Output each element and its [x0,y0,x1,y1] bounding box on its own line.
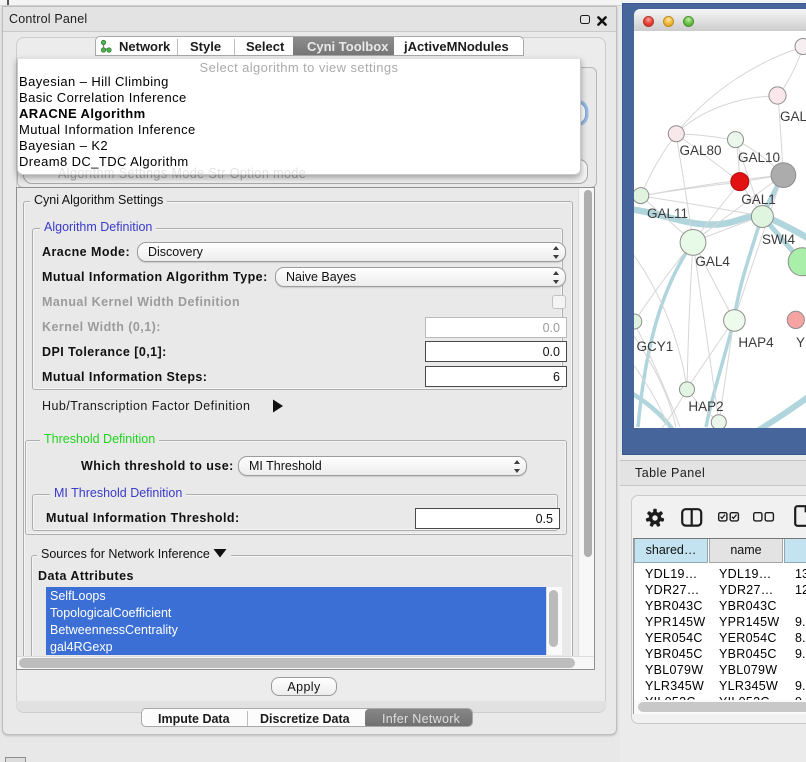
svg-text:GAL10: GAL10 [738,150,780,165]
svg-text:GAL4: GAL4 [695,254,730,269]
svg-text:GAL1: GAL1 [741,192,776,207]
svg-text:GAL11: GAL11 [647,206,688,221]
svg-text:HAP2: HAP2 [688,399,723,414]
svg-text:SWI4: SWI4 [762,232,795,247]
svg-text:GAL7: GAL7 [780,109,806,124]
svg-text:GCY1: GCY1 [637,339,674,354]
svg-text:GAL80: GAL80 [679,143,721,158]
svg-text:HAP4: HAP4 [738,335,774,350]
svg-text:YD: YD [796,335,806,350]
